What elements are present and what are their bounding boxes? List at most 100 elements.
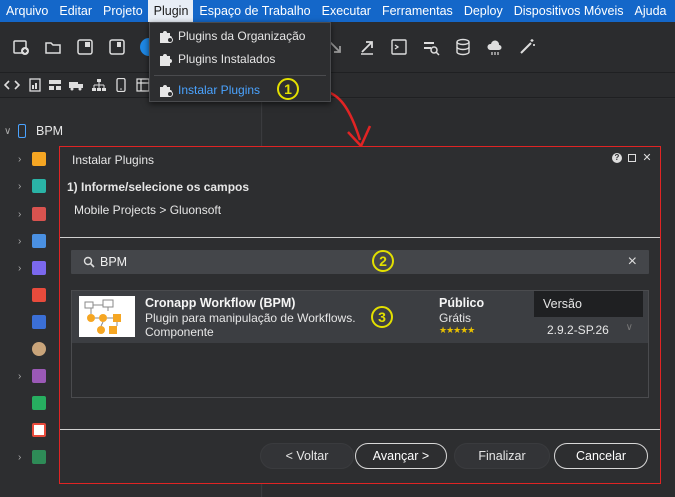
chevron-right-icon[interactable]: ›	[18, 154, 28, 165]
menu-dispositivos-moveis[interactable]: Dispositivos Móveis	[508, 0, 629, 22]
workflow-thumbnail-icon	[79, 296, 135, 337]
menu-projeto[interactable]: Projeto	[97, 0, 148, 22]
hierarchy-icon	[32, 152, 46, 166]
menu-separator	[154, 75, 326, 76]
menu-plugin[interactable]: Plugin	[147, 0, 194, 22]
tree-item[interactable]	[18, 313, 46, 331]
layout-icon[interactable]	[48, 78, 62, 92]
tree-item[interactable]: ›	[18, 367, 46, 385]
grid-icon[interactable]	[136, 78, 150, 92]
tree-item[interactable]	[18, 421, 46, 439]
search-icon	[83, 256, 95, 268]
code-icon[interactable]	[4, 78, 20, 92]
save-icon[interactable]	[108, 38, 126, 56]
tree-item[interactable]	[18, 394, 46, 412]
menu-ferramentas[interactable]: Ferramentas	[376, 0, 458, 22]
help-icon[interactable]: ?	[612, 153, 622, 163]
cloud-icon[interactable]	[486, 38, 504, 56]
magic-wand-icon[interactable]	[518, 38, 536, 56]
chevron-right-icon[interactable]: ›	[18, 181, 28, 192]
version-header: Versão	[534, 291, 643, 317]
plugin-description: Plugin para manipulação de Workflows.	[145, 311, 356, 325]
window-icon[interactable]	[76, 38, 94, 56]
new-project-icon[interactable]	[12, 38, 30, 56]
menu-item-plugins-organizacao[interactable]: Plugins da Organização	[150, 25, 330, 47]
clear-icon[interactable]: ×	[628, 253, 637, 271]
tree-item[interactable]: ›	[18, 205, 46, 223]
chevron-right-icon[interactable]: ›	[18, 209, 28, 220]
step-title: 1) Informe/selecione os campos	[67, 180, 250, 194]
book-icon	[32, 450, 46, 464]
document-chart-icon[interactable]	[28, 78, 42, 92]
open-folder-icon[interactable]	[44, 38, 62, 56]
finish-button[interactable]: Finalizar	[454, 443, 550, 469]
menu-arquivo[interactable]: Arquivo	[0, 0, 53, 22]
menu-ajuda[interactable]: Ajuda	[629, 0, 672, 22]
dialog-title: Instalar Plugins	[72, 153, 155, 167]
footer-divider	[60, 429, 660, 430]
checklist-icon	[32, 423, 46, 437]
chevron-right-icon[interactable]: ›	[18, 452, 28, 463]
tree-root[interactable]: ∨ BPM	[4, 122, 63, 140]
tree-item[interactable]: ›	[18, 259, 46, 277]
plugin-type: Componente	[145, 325, 214, 339]
next-button[interactable]: Avançar >	[355, 443, 447, 469]
chevron-down-icon[interactable]: ∨	[626, 322, 633, 333]
puzzle-piece-icon	[160, 85, 173, 97]
breadcrumb: Mobile Projects > Gluonsoft	[74, 203, 222, 217]
menu-editar[interactable]: Editar	[53, 0, 97, 22]
main-toolbar	[0, 22, 675, 72]
upload-icon[interactable]	[358, 38, 376, 56]
rating-stars-icon: ★★★★★	[439, 325, 475, 335]
window-form-icon	[32, 234, 46, 248]
image-icon	[32, 315, 46, 329]
plugin-list: Cronapp Workflow (BPM) Plugin para manip…	[71, 290, 649, 398]
tree-item[interactable]	[18, 340, 46, 358]
plugin-row[interactable]: Cronapp Workflow (BPM) Plugin para manip…	[72, 291, 648, 343]
header-divider	[60, 237, 660, 238]
plugin-price: Grátis	[439, 311, 472, 325]
tree-item[interactable]: ›	[18, 150, 46, 168]
dialog-controls: ? ✕	[612, 153, 652, 164]
menu-espaco-de-trabalho[interactable]: Espaço de Trabalho	[193, 0, 315, 22]
search-field[interactable]: BPM ×	[71, 250, 649, 274]
cancel-button[interactable]: Cancelar	[554, 443, 648, 469]
chevron-right-icon[interactable]: ›	[18, 236, 28, 247]
plugin-menu: Plugins da Organização Plugins Instalado…	[149, 22, 331, 102]
database-icon[interactable]	[454, 38, 472, 56]
back-button[interactable]: < Voltar	[260, 443, 354, 469]
tree-item[interactable]: ›	[18, 177, 46, 195]
puzzle-piece-icon	[160, 31, 173, 43]
chevron-right-icon[interactable]: ›	[18, 371, 28, 382]
maximize-icon[interactable]	[628, 154, 636, 162]
step-badge-3: 3	[371, 306, 393, 328]
close-icon[interactable]: ✕	[642, 153, 652, 164]
tree-item[interactable]: ›	[18, 232, 46, 250]
org-chart-icon[interactable]	[92, 78, 106, 92]
menubar: Arquivo Editar Projeto Plugin Espaço de …	[0, 0, 675, 22]
search-input[interactable]: BPM	[100, 255, 127, 269]
menu-item-plugins-instalados[interactable]: Plugins Instalados	[150, 48, 330, 70]
chevron-right-icon[interactable]: ›	[18, 263, 28, 274]
blocks-icon	[32, 288, 46, 302]
truck-icon[interactable]	[68, 78, 84, 92]
puzzle-icon	[32, 261, 46, 275]
plugin-access: Público	[439, 296, 485, 310]
tree-item[interactable]: ›	[18, 448, 46, 466]
terminal-icon[interactable]	[390, 38, 408, 56]
menu-deploy[interactable]: Deploy	[458, 0, 508, 22]
library-icon	[32, 369, 46, 383]
palette-icon	[32, 342, 46, 356]
search-list-icon[interactable]	[422, 38, 440, 56]
puzzle-piece-icon	[160, 54, 172, 66]
version-value: 2.9.2-SP.26	[547, 323, 609, 337]
chevron-down-icon[interactable]: ∨	[4, 126, 16, 137]
form-icon	[32, 207, 46, 221]
menu-item-instalar-plugins[interactable]: Instalar Plugins	[150, 79, 330, 101]
mobile-icon[interactable]	[114, 78, 128, 92]
step-badge-1: 1	[277, 78, 299, 100]
version-select[interactable]: 2.9.2-SP.26 ∨	[534, 317, 643, 341]
install-plugins-dialog: Instalar Plugins ? ✕ 1) Informe/selecion…	[59, 146, 661, 484]
menu-executar[interactable]: Executar	[316, 0, 376, 22]
tree-item[interactable]	[18, 286, 46, 304]
